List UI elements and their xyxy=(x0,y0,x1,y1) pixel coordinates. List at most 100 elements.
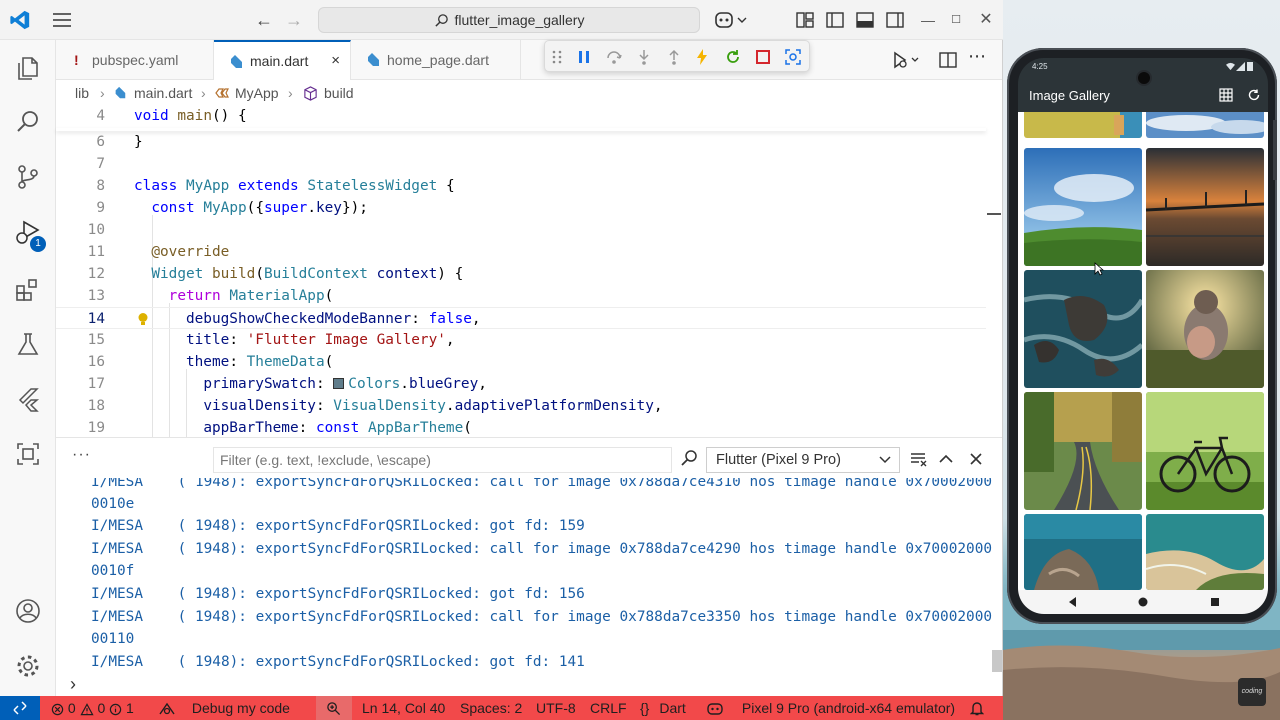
breadcrumb-myapp[interactable]: MyApp xyxy=(235,81,279,105)
console-output[interactable]: I/MESA ( 1948): exportSyncFdForQSRILocke… xyxy=(56,478,1002,672)
tab-home-page-dart[interactable]: home_page.dart xyxy=(351,40,521,80)
step-into-icon[interactable] xyxy=(634,47,654,67)
dart-file-icon xyxy=(368,53,379,66)
command-center-search[interactable]: flutter_image_gallery xyxy=(318,7,700,33)
line-number: 4 xyxy=(96,108,105,124)
notifications-bell-icon[interactable] xyxy=(970,701,984,716)
close-panel-icon[interactable] xyxy=(967,450,985,468)
tab-label: home_page.dart xyxy=(387,52,489,68)
split-editor-icon[interactable] xyxy=(938,50,958,70)
color-swatch[interactable] xyxy=(333,378,345,389)
toggle-panel-icon[interactable] xyxy=(855,10,875,30)
search-icon[interactable] xyxy=(680,449,698,467)
log-line: 0010f xyxy=(91,563,135,579)
error-count: 0 xyxy=(67,700,76,716)
more-actions-icon[interactable]: ⋯ xyxy=(968,46,986,67)
breadcrumb-build[interactable]: build xyxy=(324,81,354,105)
stop-icon[interactable] xyxy=(753,47,773,67)
chevron-up-icon[interactable] xyxy=(937,450,955,468)
image-grid[interactable] xyxy=(1018,112,1268,590)
filter-input[interactable]: Filter (e.g. text, !exclude, \escape) xyxy=(213,447,672,473)
remote-explorer-icon[interactable] xyxy=(14,440,42,468)
device-selector[interactable]: Pixel 9 Pro (android-x64 emulator) xyxy=(706,696,955,720)
flutter-icon[interactable] xyxy=(14,386,42,414)
run-code-icon[interactable] xyxy=(892,50,920,70)
extensions-icon[interactable] xyxy=(14,276,42,304)
vscode-window: ← → flutter_image_gallery — ☐ ✕ 1 ! pubs… xyxy=(0,0,1003,720)
grid-view-icon[interactable] xyxy=(1219,88,1233,102)
close-tab-icon[interactable]: × xyxy=(331,42,340,80)
remote-indicator[interactable] xyxy=(0,696,40,720)
back-arrow-icon[interactable]: ← xyxy=(253,10,275,30)
gallery-image[interactable] xyxy=(1146,270,1264,388)
layout-icon[interactable] xyxy=(795,10,815,30)
editor-tabs: ! pubspec.yaml main.dart × home_page.dar… xyxy=(56,40,1002,80)
breadcrumb-main-dart[interactable]: main.dart xyxy=(134,81,192,105)
pause-icon[interactable] xyxy=(574,47,594,67)
toggle-sidebar-icon[interactable] xyxy=(825,10,845,30)
code-editor[interactable]: 4 void main() { 6} 7 8 class MyApp extends… xyxy=(56,105,986,437)
back-triangle-icon[interactable] xyxy=(1066,595,1080,609)
widget-inspector-icon[interactable] xyxy=(783,47,803,67)
line-number: 12 xyxy=(87,266,105,282)
cursor-position[interactable]: Ln 14, Col 40 xyxy=(362,696,445,720)
code-line: 10 xyxy=(56,219,986,241)
gallery-image[interactable] xyxy=(1024,514,1142,590)
drag-handle-icon[interactable] xyxy=(551,47,563,67)
gallery-image[interactable] xyxy=(1024,392,1142,510)
home-circle-icon[interactable] xyxy=(1136,595,1150,609)
refresh-icon[interactable] xyxy=(1247,88,1261,102)
console-input[interactable]: › xyxy=(56,672,1002,697)
source-control-icon[interactable] xyxy=(14,163,42,191)
console-scrollbar[interactable] xyxy=(992,650,1002,672)
step-out-icon[interactable] xyxy=(664,47,684,67)
breadcrumb-lib[interactable]: lib xyxy=(75,81,89,105)
debug-toolbar xyxy=(544,40,810,72)
hot-restart-icon[interactable] xyxy=(723,47,743,67)
debug-launch[interactable]: Debug my code xyxy=(158,696,290,720)
explorer-icon[interactable] xyxy=(14,54,42,82)
gallery-image[interactable] xyxy=(1146,148,1264,266)
gallery-image[interactable] xyxy=(1024,270,1142,388)
recents-square-icon[interactable] xyxy=(1208,595,1222,609)
settings-gear-icon[interactable] xyxy=(14,652,42,680)
app-title: Image Gallery xyxy=(1029,88,1110,103)
code-text: @override xyxy=(151,244,230,260)
search-icon[interactable] xyxy=(14,108,42,136)
encoding[interactable]: UTF-8 xyxy=(536,696,576,720)
tab-label: pubspec.yaml xyxy=(92,52,179,68)
toggle-secondary-sidebar-icon[interactable] xyxy=(885,10,905,30)
tab-main-dart[interactable]: main.dart × xyxy=(214,40,351,80)
zoom-icon xyxy=(327,702,341,716)
more-icon[interactable]: ··· xyxy=(72,446,91,464)
line-endings[interactable]: CRLF xyxy=(590,696,627,720)
indentation[interactable]: Spaces: 2 xyxy=(460,696,522,720)
account-icon[interactable] xyxy=(14,597,42,625)
device-select[interactable]: Flutter (Pixel 9 Pro) xyxy=(706,447,900,473)
tab-pubspec-yaml[interactable]: ! pubspec.yaml xyxy=(56,40,214,80)
wifi-icon xyxy=(1226,62,1235,71)
forward-arrow-icon[interactable]: → xyxy=(283,10,305,30)
testing-icon[interactable] xyxy=(14,330,42,358)
clear-console-icon[interactable] xyxy=(909,450,927,468)
android-nav-bar xyxy=(1018,590,1268,614)
emulator-screen[interactable]: 4:25 Image Gallery xyxy=(1018,58,1268,614)
gallery-image[interactable] xyxy=(1024,112,1142,138)
close-window-button[interactable]: ✕ xyxy=(974,8,998,32)
gallery-image[interactable] xyxy=(1024,148,1142,266)
line-number: 7 xyxy=(96,156,105,172)
minimize-button[interactable]: — xyxy=(916,8,940,32)
maximize-button[interactable]: ☐ xyxy=(944,8,968,32)
code-text: Widget build(BuildContext context) { xyxy=(151,266,464,282)
gallery-image[interactable] xyxy=(1146,392,1264,510)
zoom-indicator[interactable] xyxy=(316,696,352,720)
language-mode[interactable]: {} Dart xyxy=(640,696,686,720)
hot-reload-icon[interactable] xyxy=(692,47,712,67)
step-over-icon[interactable] xyxy=(604,47,624,67)
problems-indicator[interactable]: 0 0 1 xyxy=(51,696,134,720)
gallery-image[interactable] xyxy=(1146,112,1264,138)
hamburger-menu-icon[interactable] xyxy=(50,10,74,30)
copilot-icon[interactable] xyxy=(714,10,750,30)
prompt-chevron-icon: › xyxy=(70,674,76,694)
gallery-image[interactable] xyxy=(1146,514,1264,590)
